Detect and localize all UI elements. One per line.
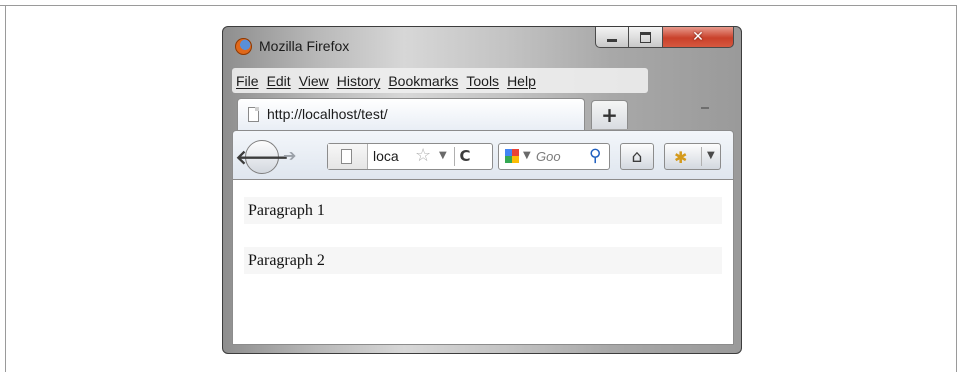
- paragraph-2: Paragraph 2: [244, 247, 722, 274]
- forward-button[interactable]: ➔: [283, 146, 296, 165]
- browser-window: Mozilla Firefox ✕ File Edit View History…: [222, 26, 742, 354]
- tab-localhost-test[interactable]: http://localhost/test/: [237, 98, 585, 130]
- menu-history[interactable]: History: [333, 73, 385, 89]
- tab-overflow-icon[interactable]: [701, 107, 709, 109]
- menu-bookmarks[interactable]: Bookmarks: [384, 73, 462, 89]
- chevron-down-icon[interactable]: ▼: [707, 150, 715, 161]
- chevron-down-icon[interactable]: ▼: [439, 150, 447, 161]
- divider: [701, 147, 702, 166]
- menu-tools[interactable]: Tools: [462, 73, 503, 89]
- new-tab-button[interactable]: +: [591, 100, 628, 129]
- window-title: Mozilla Firefox: [259, 38, 350, 54]
- menu-view[interactable]: View: [295, 73, 333, 89]
- page-icon: [341, 149, 352, 164]
- window-controls: ✕: [595, 27, 734, 48]
- page-icon: [248, 107, 259, 122]
- magnifier-icon[interactable]: ⚲: [589, 146, 601, 166]
- close-icon: ✕: [692, 29, 704, 45]
- menu-file[interactable]: File: [232, 73, 263, 89]
- minimize-button[interactable]: [595, 27, 629, 48]
- address-bar[interactable]: loca ☆ ▼ C: [327, 143, 493, 170]
- frame-border-top: [0, 5, 957, 6]
- paragraph-1: Paragraph 1: [244, 197, 722, 224]
- site-identity-button[interactable]: [328, 144, 368, 169]
- reload-icon[interactable]: C: [454, 147, 475, 166]
- tab-label: http://localhost/test/: [267, 106, 388, 122]
- addon-icon: ✱: [674, 148, 688, 167]
- menu-bar: File Edit View History Bookmarks Tools H…: [232, 68, 648, 93]
- search-input[interactable]: Goo: [536, 149, 561, 164]
- star-icon[interactable]: ☆: [415, 145, 431, 166]
- search-bar[interactable]: ▼ Goo ⚲: [498, 143, 610, 170]
- back-arrow-icon: 🡐: [235, 145, 289, 169]
- page-content: Paragraph 1 Paragraph 2: [232, 180, 734, 345]
- addon-button[interactable]: ✱ ▼: [664, 143, 721, 170]
- firefox-logo-icon: [235, 38, 252, 55]
- close-button[interactable]: ✕: [663, 27, 734, 48]
- forward-arrow-icon: ➔: [283, 146, 297, 165]
- frame-border-left: [5, 5, 6, 372]
- address-input[interactable]: loca: [373, 148, 399, 164]
- home-icon: ⌂: [631, 146, 643, 167]
- menu-help[interactable]: Help: [503, 73, 540, 89]
- menu-edit[interactable]: Edit: [263, 73, 295, 89]
- maximize-icon: [640, 31, 651, 43]
- back-button[interactable]: 🡐: [235, 140, 289, 174]
- home-button[interactable]: ⌂: [620, 143, 654, 170]
- google-icon[interactable]: [505, 149, 519, 163]
- minimize-icon: [607, 38, 617, 42]
- chevron-down-icon[interactable]: ▼: [523, 150, 531, 161]
- navigation-toolbar: 🡐 ➔ loca ☆ ▼ C ▼ Goo ⚲ ⌂ ✱ ▼: [232, 130, 734, 180]
- maximize-button[interactable]: [629, 27, 663, 48]
